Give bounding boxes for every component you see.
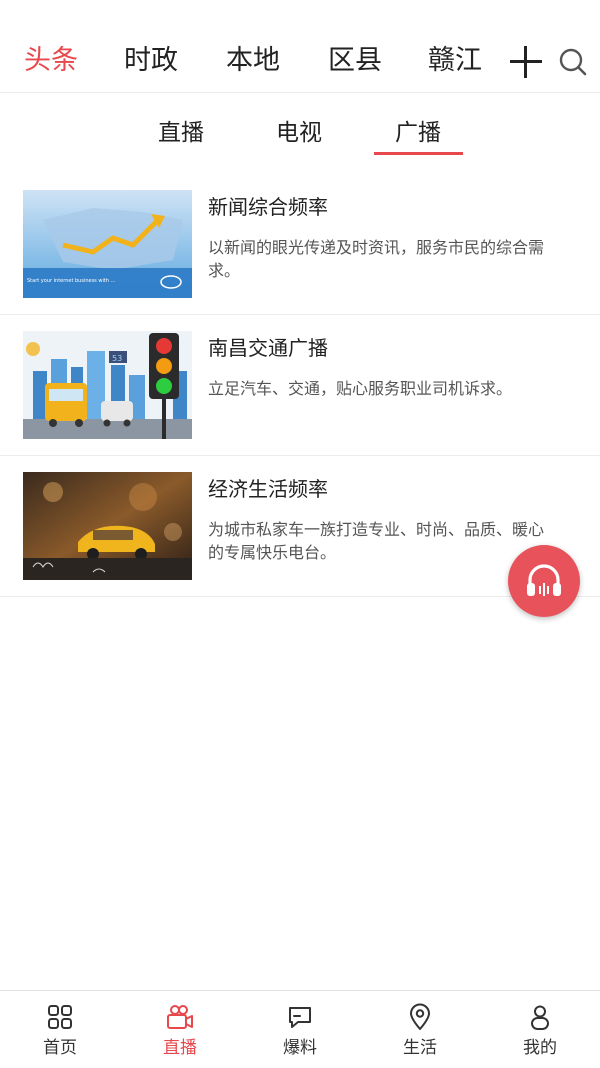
- top-category-bar: 头条 时政 本地 区县 赣江: [0, 0, 600, 93]
- active-tab-underline: [374, 152, 463, 155]
- tab-ganjiang[interactable]: 赣江: [428, 44, 482, 78]
- nav-label: 直播: [163, 1038, 197, 1058]
- bottom-navigation: 首页 直播 爆料 生活 我的: [0, 990, 600, 1068]
- subtab-live[interactable]: 直播: [136, 118, 226, 148]
- sub-tab-bar: 直播 电视 广播: [0, 92, 600, 162]
- traffic-light-city-thumbnail: 53: [23, 331, 192, 439]
- channel-description: 以新闻的眼光传递及时资讯，服务市民的综合需求。: [208, 238, 545, 280]
- nav-life[interactable]: 生活: [360, 991, 480, 1068]
- nav-label: 爆料: [283, 1038, 317, 1058]
- channel-description: 为城市私家车一族打造专业、时尚、品质、暖心的专属快乐电台。: [208, 520, 545, 562]
- list-item[interactable]: 53 南昌交通广播 立足汽车、交通，贴心服务职业司机诉求。: [0, 315, 600, 456]
- nav-report[interactable]: 爆料: [240, 991, 360, 1068]
- channel-title: 南昌交通广播: [208, 336, 328, 360]
- tab-districts[interactable]: 区县: [328, 44, 382, 78]
- nav-label: 我的: [523, 1038, 557, 1058]
- channel-title: 经济生活频率: [208, 477, 328, 501]
- nav-label: 生活: [403, 1038, 437, 1058]
- tab-headlines[interactable]: 头条: [24, 44, 78, 78]
- headphones-icon: [527, 564, 561, 596]
- thumbnail-caption: Start your internet business with ...: [27, 278, 116, 284]
- video-camera-icon: [167, 1005, 193, 1029]
- channel-description: 立足汽车、交通，贴心服务职业司机诉求。: [208, 379, 513, 398]
- nav-live[interactable]: 直播: [120, 991, 240, 1068]
- thumbnail-caption: 53: [112, 354, 122, 363]
- rainy-taxi-night-thumbnail: [23, 472, 192, 580]
- grid-icon: [48, 1005, 72, 1029]
- list-item[interactable]: Start your internet business with ... 新闻…: [0, 174, 600, 315]
- audio-player-button[interactable]: [508, 545, 580, 617]
- radio-channel-list: Start your internet business with ... 新闻…: [0, 174, 600, 597]
- user-icon: [531, 1005, 549, 1030]
- subtab-radio[interactable]: 广播: [373, 118, 463, 148]
- chat-bubble-icon: [289, 1007, 311, 1028]
- nav-label: 首页: [43, 1038, 77, 1058]
- location-pin-icon: [410, 1003, 430, 1030]
- tab-politics[interactable]: 时政: [124, 44, 178, 78]
- news-chart-thumbnail: Start your internet business with ...: [23, 190, 192, 298]
- plus-icon[interactable]: [508, 44, 544, 78]
- channel-title: 新闻综合频率: [208, 195, 328, 219]
- search-icon[interactable]: [558, 47, 588, 77]
- tab-local[interactable]: 本地: [226, 44, 280, 78]
- nav-mine[interactable]: 我的: [480, 991, 600, 1068]
- subtab-tv[interactable]: 电视: [254, 118, 344, 148]
- nav-home[interactable]: 首页: [0, 991, 120, 1068]
